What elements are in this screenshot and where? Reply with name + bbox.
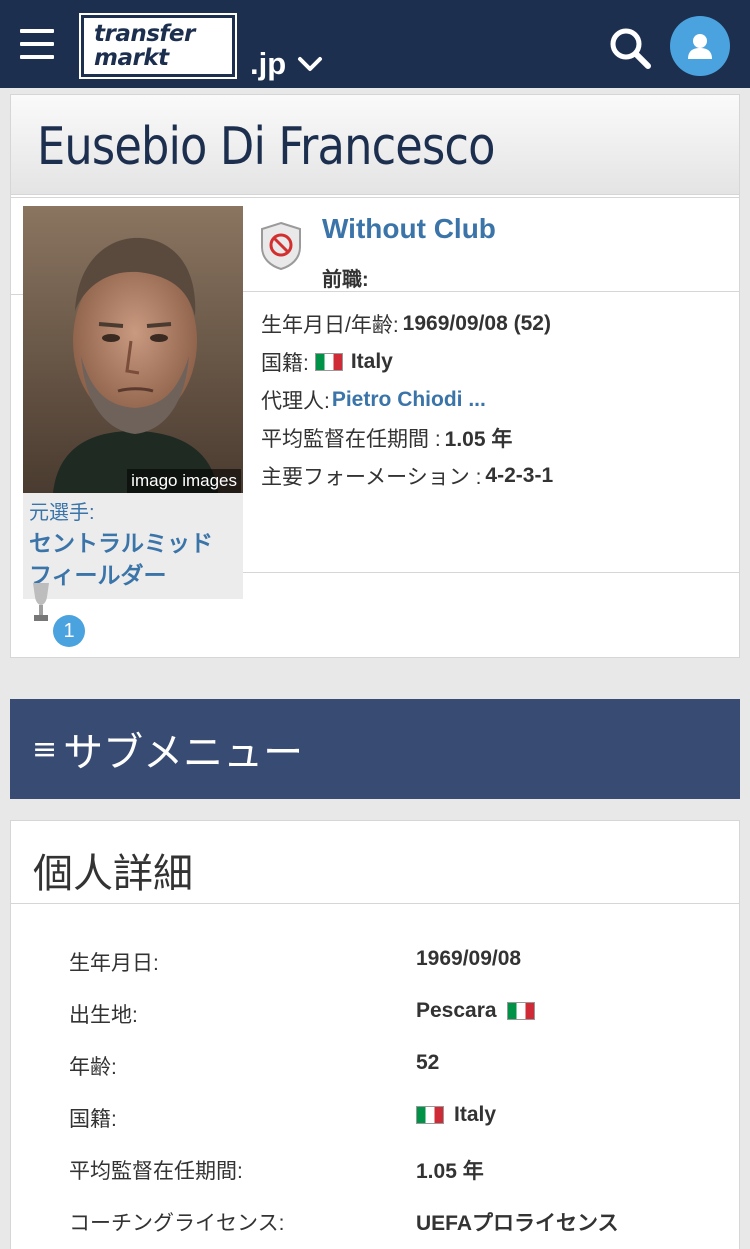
detail-value: 1969/09/08 — [416, 947, 522, 970]
tenure-value: 1.05 年 — [444, 428, 513, 451]
detail-label: 平均監督在任期間: — [69, 1160, 243, 1183]
transfermarkt-logo[interactable]: transfer markt — [79, 13, 237, 79]
birth-label: 生年月日/年齢: — [261, 314, 399, 337]
position-label: 元選手: — [29, 502, 95, 524]
submenu-label: サブメニュー — [63, 731, 304, 775]
detail-label: 生年月日: — [69, 952, 159, 975]
position-box: 元選手: セントラルミッド フィールダー — [23, 493, 243, 599]
logo-line-2: markt — [94, 45, 169, 71]
coach-photo[interactable]: imago images — [23, 206, 243, 493]
detail-label: 年齢: — [69, 1056, 117, 1079]
current-club-link[interactable]: Without Club — [322, 213, 496, 245]
agent-label: 代理人: — [261, 390, 330, 413]
user-account-button[interactable] — [670, 16, 730, 76]
detail-row-birthdate: 生年月日: 1969/09/08 — [69, 947, 729, 987]
detail-value: 1.05 年 — [416, 1160, 484, 1183]
detail-value-wrapper: Italy — [416, 1103, 496, 1127]
search-icon[interactable] — [606, 24, 654, 72]
position-value-line-1[interactable]: セントラルミッド — [29, 527, 237, 559]
detail-row-age: 年齢: 52 — [69, 1051, 729, 1091]
top-header: transfer markt .jp — [0, 0, 750, 88]
detail-row-license: コーチングライセンス: UEFAプロライセンス — [69, 1207, 729, 1247]
submenu-toggle[interactable]: ≡ サブメニュー — [10, 699, 740, 799]
first-name: Eusebio — [37, 117, 207, 177]
divider — [243, 572, 739, 573]
formation-value: 4-2-3-1 — [485, 464, 554, 487]
profile-card: Eusebio Di Francesco imago images 元選手: セ… — [10, 94, 740, 658]
info-row-tenure: 平均監督在任期間 : 1.05 年 — [261, 419, 731, 457]
hamburger-menu-icon[interactable] — [20, 29, 54, 59]
formation-label: 主要フォーメーション : — [261, 466, 482, 489]
nationality-value: Italy — [454, 1103, 497, 1126]
nationality-label: 国籍: — [261, 352, 309, 375]
info-row-nationality: 国籍: Italy — [261, 343, 731, 381]
divider — [11, 294, 23, 295]
tenure-label: 平均監督在任期間 : — [261, 428, 441, 451]
detail-label: 出生地: — [69, 1004, 138, 1027]
previous-club-label: 前職: — [322, 269, 369, 291]
info-row-birth: 生年月日/年齢: 1969/09/08 (52) — [261, 305, 731, 343]
logo-line-1: transfer — [94, 21, 195, 47]
detail-value: UEFAプロライセンス — [416, 1212, 619, 1235]
birthplace-value: Pescara — [416, 999, 497, 1022]
trophy-count-badge[interactable]: 1 — [53, 615, 85, 647]
list-menu-icon: ≡ — [32, 731, 58, 767]
detail-row-birthplace: 出生地: Pescara — [69, 999, 729, 1039]
name-bar: Eusebio Di Francesco — [11, 95, 739, 195]
birth-value: 1969/09/08 (52) — [402, 312, 551, 335]
trophy-icon[interactable] — [29, 579, 53, 627]
divider — [11, 197, 739, 198]
info-row-formation: 主要フォーメーション : 4-2-3-1 — [261, 457, 731, 495]
domain-label[interactable]: .jp — [250, 46, 286, 82]
position-value-line-2[interactable]: フィールダー — [29, 559, 237, 591]
detail-label: コーチングライセンス: — [69, 1212, 285, 1235]
italy-flag-icon — [314, 353, 343, 371]
agent-link[interactable]: Pietro Chiodi ... — [332, 388, 486, 412]
detail-value-wrapper: Pescara — [416, 999, 543, 1023]
nationality-value: Italy — [350, 350, 393, 373]
divider — [243, 291, 739, 292]
info-row-agent: 代理人: Pietro Chiodi ... — [261, 381, 731, 419]
portrait-image — [23, 206, 243, 493]
italy-flag-icon — [506, 1002, 535, 1021]
divider — [11, 903, 739, 904]
detail-row-tenure: 平均監督在任期間: 1.05 年 — [69, 1155, 729, 1195]
detail-row-nationality: 国籍: Italy — [69, 1103, 729, 1143]
coach-name: Eusebio Di Francesco — [37, 117, 496, 177]
detail-value: 52 — [416, 1051, 440, 1074]
italy-flag-icon — [416, 1106, 444, 1125]
user-icon — [688, 34, 712, 59]
last-name: Di Francesco — [219, 117, 496, 177]
info-list: 生年月日/年齢: 1969/09/08 (52) 国籍: Italy 代理人: … — [261, 305, 731, 495]
no-club-shield-icon — [261, 221, 301, 271]
personal-details-card: 個人詳細 生年月日: 1969/09/08 出生地: Pescara 年齢: 5… — [10, 820, 740, 1249]
detail-label: 国籍: — [69, 1108, 117, 1131]
chevron-down-icon[interactable] — [296, 50, 324, 78]
details-title: 個人詳細 — [33, 852, 193, 896]
photo-credit: imago images — [127, 469, 241, 493]
